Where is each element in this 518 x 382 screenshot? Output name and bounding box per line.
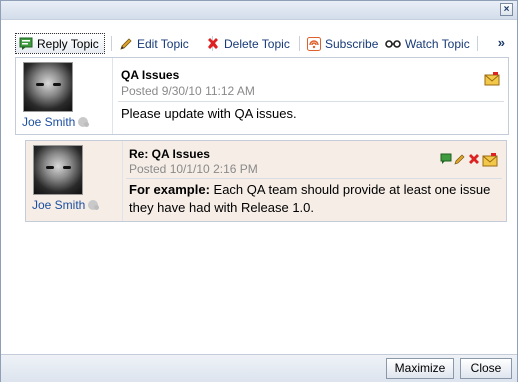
glasses-icon xyxy=(385,37,401,51)
post-timestamp: Posted 9/30/10 11:12 AM xyxy=(121,84,255,98)
edit-topic-label: Edit Topic xyxy=(137,36,189,51)
post-subject: Re: QA Issues xyxy=(129,147,210,161)
more-actions-button[interactable]: » xyxy=(498,35,505,50)
pencil-icon xyxy=(119,37,133,51)
author-link[interactable]: Joe Smith xyxy=(22,115,90,129)
reply-icon[interactable] xyxy=(440,153,452,167)
mail-flag-icon[interactable] xyxy=(484,72,500,86)
post-actions xyxy=(484,72,500,86)
close-window-button[interactable]: × xyxy=(500,3,513,16)
post-body-emphasis: For example: xyxy=(129,182,210,197)
user-status-icon xyxy=(78,117,90,127)
post-subject: QA Issues xyxy=(121,68,180,82)
divider xyxy=(126,178,502,179)
post-actions xyxy=(440,153,498,167)
toolbar-separator xyxy=(111,36,112,51)
watch-topic-button[interactable]: Watch Topic xyxy=(385,33,470,54)
delete-topic-button[interactable]: Delete Topic xyxy=(206,33,290,54)
close-button[interactable]: Close xyxy=(460,358,512,379)
reply-icon xyxy=(19,37,33,51)
topic-dialog: × Reply Topic Edit Topic Delete Topic Su… xyxy=(0,0,518,382)
toolbar-separator xyxy=(477,36,478,51)
divider xyxy=(118,101,504,102)
reply-topic-button[interactable]: Reply Topic xyxy=(15,33,105,54)
edit-topic-button[interactable]: Edit Topic xyxy=(119,33,189,54)
close-icon: × xyxy=(503,4,510,15)
delete-x-icon[interactable] xyxy=(468,153,480,167)
author-name: Joe Smith xyxy=(32,198,86,212)
avatar xyxy=(23,62,73,112)
dialog-footer: Maximize Close xyxy=(1,354,517,382)
toolbar-separator xyxy=(299,36,300,51)
delete-x-icon xyxy=(206,37,220,51)
author-link[interactable]: Joe Smith xyxy=(32,198,100,212)
reply-topic-label: Reply Topic xyxy=(37,36,99,51)
author-column: Joe Smith xyxy=(26,141,123,221)
rss-icon xyxy=(307,36,321,51)
author-name: Joe Smith xyxy=(22,115,76,129)
subscribe-label: Subscribe xyxy=(325,36,379,51)
post-body: For example: Each QA team should provide… xyxy=(129,181,499,217)
reply-post: Joe Smith Re: QA Issues Posted 10/1/10 2… xyxy=(25,140,507,222)
mail-flag-icon[interactable] xyxy=(482,153,498,167)
subscribe-button[interactable]: Subscribe xyxy=(307,33,378,54)
avatar xyxy=(33,145,83,195)
title-bar: × xyxy=(1,1,517,20)
delete-topic-label: Delete Topic xyxy=(224,36,290,51)
post-body: Please update with QA issues. xyxy=(121,106,297,121)
post-timestamp: Posted 10/1/10 2:16 PM xyxy=(129,162,258,176)
topic-post: Joe Smith QA Issues Posted 9/30/10 11:12… xyxy=(15,57,509,135)
author-column: Joe Smith xyxy=(16,58,113,134)
pencil-icon[interactable] xyxy=(454,153,466,167)
maximize-button[interactable]: Maximize xyxy=(386,358,454,379)
topic-toolbar: Reply Topic Edit Topic Delete Topic Subs… xyxy=(15,33,509,55)
user-status-icon xyxy=(88,200,100,210)
watch-topic-label: Watch Topic xyxy=(405,36,470,51)
